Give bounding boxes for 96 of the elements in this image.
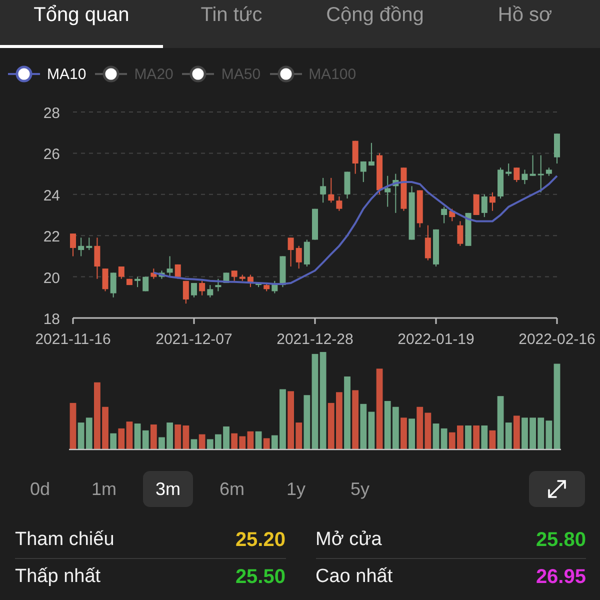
candlestick (78, 237, 84, 257)
candlestick (408, 186, 415, 240)
stat-label: Thấp nhất (15, 566, 101, 588)
stat-value: 25.20 (235, 528, 286, 552)
candlestick (416, 190, 423, 228)
axis-label: 20 (43, 270, 60, 287)
axis-label: 24 (43, 187, 60, 204)
axis-label: 2021-12-07 (156, 331, 232, 348)
range-tab[interactable]: 1y (271, 471, 321, 507)
candlestick (433, 228, 439, 267)
candlestick (554, 133, 560, 164)
candlestick (424, 224, 431, 261)
expand-icon (546, 478, 568, 500)
candlestick (280, 256, 286, 288)
candlestick (199, 280, 206, 296)
tab[interactable]: Cộng đồng (300, 0, 450, 48)
tab[interactable]: Tin tức (163, 0, 300, 48)
range-tab[interactable]: 5y (335, 471, 385, 507)
candlestick (489, 192, 496, 212)
range-tab[interactable]: 6m (207, 471, 257, 507)
candlestick (134, 276, 141, 288)
range-tab[interactable]: 1m (79, 471, 129, 507)
axis-label: 22 (43, 228, 60, 246)
candlestick (102, 268, 108, 292)
axis-label: 26 (43, 146, 60, 164)
candlestick (296, 245, 302, 270)
candlestick (514, 167, 520, 183)
candlestick (376, 152, 383, 195)
candlestick (126, 278, 132, 286)
legend-item[interactable]: MA10 (7, 62, 86, 86)
axis-label: 2021-11-16 (35, 331, 111, 348)
candlestick (538, 154, 544, 193)
candlestick (400, 167, 407, 212)
axis-label: 2022-01-19 (398, 331, 474, 348)
candlestick (481, 194, 488, 218)
candlestick (465, 212, 472, 246)
candlestick (70, 233, 76, 257)
candlestick (312, 208, 318, 240)
candlestick (150, 268, 157, 280)
candlestick (328, 177, 334, 204)
candlestick (449, 208, 456, 222)
candlestick (247, 274, 254, 288)
candlestick (182, 280, 189, 304)
candlestick (360, 160, 366, 183)
candlestick (272, 280, 278, 294)
axis-label: 28 (43, 105, 60, 122)
candlestick (142, 276, 149, 292)
candlestick (191, 282, 197, 298)
candlestick (498, 167, 504, 200)
series-marker-icon (268, 65, 303, 83)
candlestick (392, 173, 399, 214)
candlestick (320, 177, 326, 204)
candlestick (441, 206, 448, 224)
series-marker-icon (181, 65, 216, 83)
tab[interactable]: Tổng quan (0, 0, 163, 48)
candlestick (118, 266, 124, 280)
axis-label: 2021-12-28 (276, 331, 354, 348)
candlestick (473, 194, 480, 216)
range-tab[interactable]: 3m (143, 471, 193, 507)
stat-value: 25.50 (235, 566, 286, 588)
candlestick (231, 270, 238, 282)
candlestick (384, 175, 391, 208)
fullscreen-button[interactable] (529, 471, 585, 507)
stat-label: Cao nhất (316, 566, 393, 588)
candlestick (207, 284, 214, 298)
candlestick (522, 169, 528, 185)
range-tab[interactable]: 0d (15, 471, 65, 507)
axis-label: 2022-02-16 (518, 331, 596, 348)
axis-label: 18 (43, 311, 60, 328)
candlestick (506, 163, 512, 176)
candlestick (239, 274, 246, 282)
candlestick (215, 278, 222, 292)
candlestick (166, 256, 173, 278)
candlestick (94, 237, 100, 280)
stat-value: 26.95 (536, 566, 586, 588)
candlestick (352, 140, 358, 174)
candlestick (344, 171, 350, 200)
series-marker-icon (94, 65, 128, 83)
candlestick (368, 142, 374, 166)
candlestick (174, 264, 181, 280)
candlestick (546, 167, 552, 176)
tab[interactable]: Hồ sơ (450, 0, 600, 48)
stat-value: 25.80 (536, 528, 586, 552)
candlestick (110, 272, 116, 298)
stat-label: Tham chiếu (15, 529, 114, 551)
candlestick (288, 237, 294, 267)
candlestick (304, 239, 310, 267)
candlestick (264, 282, 270, 292)
candlestick (336, 196, 342, 212)
stat-label: Mở cửa (316, 529, 382, 551)
candlestick (158, 270, 165, 280)
candlestick (256, 282, 262, 288)
series-marker-icon (7, 65, 41, 83)
candlestick (86, 237, 92, 251)
candlestick (457, 220, 464, 246)
candlestick (530, 154, 536, 176)
